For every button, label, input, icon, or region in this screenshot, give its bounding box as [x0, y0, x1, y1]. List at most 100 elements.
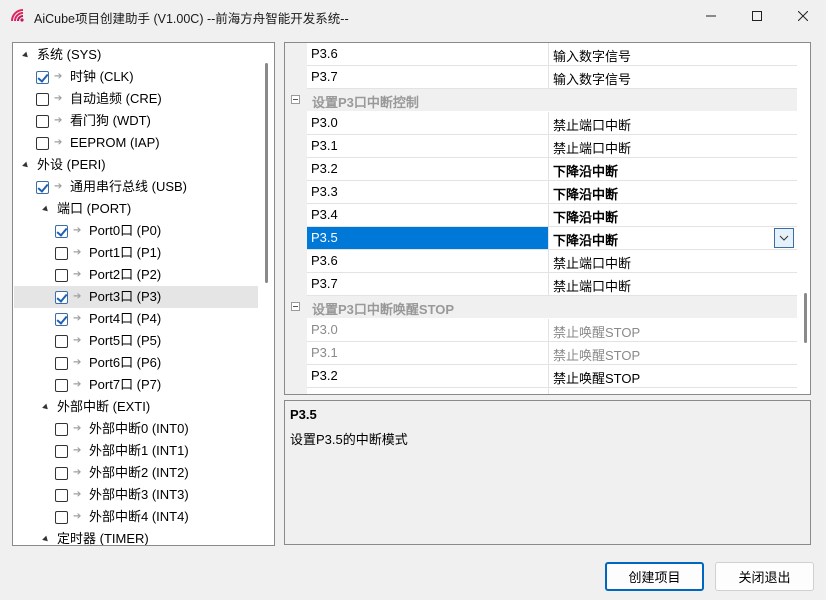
- property-value[interactable]: 禁止唤醒STOP: [553, 345, 640, 364]
- tree-checkbox[interactable]: [55, 511, 68, 524]
- tree-item[interactable]: 外设 (PERI): [13, 154, 258, 176]
- expand-chevron-icon[interactable]: [41, 396, 51, 418]
- property-value[interactable]: 禁止唤醒STOP: [553, 391, 640, 394]
- property-value[interactable]: 下降沿中断: [553, 207, 618, 226]
- property-name: P3.7: [311, 276, 338, 291]
- collapse-icon[interactable]: [291, 302, 300, 311]
- grid-property-row[interactable]: P3.5 下降沿中断: [307, 227, 797, 250]
- tree-item[interactable]: ➔ Port3口 (P3): [13, 286, 258, 308]
- expand-chevron-icon[interactable]: [41, 198, 51, 220]
- grid-property-row[interactable]: P3.0 禁止端口中断: [307, 112, 797, 135]
- tree-checkbox[interactable]: [55, 269, 68, 282]
- tree-item[interactable]: 定时器 (TIMER): [13, 528, 258, 545]
- grid-property-row[interactable]: P3.6 输入数字信号: [307, 43, 797, 66]
- tree-checkbox[interactable]: [55, 225, 68, 238]
- property-value[interactable]: 禁止唤醒STOP: [553, 322, 640, 341]
- tree-item[interactable]: ➔ 外部中断0 (INT0): [13, 418, 258, 440]
- property-value[interactable]: 禁止端口中断: [553, 276, 631, 295]
- grid-property-row[interactable]: P3.0 禁止唤醒STOP: [307, 319, 797, 342]
- tree-checkbox[interactable]: [55, 489, 68, 502]
- grid-property-row[interactable]: P3.1 禁止唤醒STOP: [307, 342, 797, 365]
- tree-item-label: Port0口 (P0): [89, 223, 162, 238]
- tree-item[interactable]: ➔ Port0口 (P0): [13, 220, 258, 242]
- grid-property-row[interactable]: P3.2 禁止唤醒STOP: [307, 365, 797, 388]
- property-value[interactable]: 下降沿中断: [553, 230, 618, 249]
- grid-property-row[interactable]: P3.3 禁止唤醒STOP: [307, 388, 797, 394]
- tree-item[interactable]: ➔ 外部中断3 (INT3): [13, 484, 258, 506]
- tree-item[interactable]: ➔ EEPROM (IAP): [13, 132, 258, 154]
- property-value[interactable]: 禁止端口中断: [553, 115, 631, 134]
- tree-item[interactable]: ➔ 通用串行总线 (USB): [13, 176, 258, 198]
- close-button[interactable]: [780, 0, 826, 32]
- property-value[interactable]: 禁止端口中断: [553, 253, 631, 272]
- tree-checkbox[interactable]: [55, 313, 68, 326]
- grid-property-row[interactable]: P3.1 禁止端口中断: [307, 135, 797, 158]
- grid-property-row[interactable]: P3.2 下降沿中断: [307, 158, 797, 181]
- tree-checkbox[interactable]: [36, 181, 49, 194]
- property-name: P3.1: [311, 138, 338, 153]
- value-dropdown-button[interactable]: [774, 228, 794, 248]
- arrow-right-icon: ➔: [73, 291, 82, 302]
- tree-item[interactable]: ➔ Port7口 (P7): [13, 374, 258, 396]
- tree-checkbox[interactable]: [36, 115, 49, 128]
- tree-item[interactable]: ➔ Port1口 (P1): [13, 242, 258, 264]
- property-value[interactable]: 禁止端口中断: [553, 138, 631, 157]
- tree-item[interactable]: 端口 (PORT): [13, 198, 258, 220]
- grid-scrollbar[interactable]: [804, 293, 807, 343]
- tree-checkbox[interactable]: [55, 247, 68, 260]
- expand-chevron-icon[interactable]: [41, 528, 51, 545]
- tree-item-label: 外部中断4 (INT4): [89, 509, 189, 524]
- tree-checkbox[interactable]: [55, 357, 68, 370]
- tree-item-label: 外部中断1 (INT1): [89, 443, 189, 458]
- grid-property-row[interactable]: P3.7 禁止端口中断: [307, 273, 797, 296]
- close-exit-button[interactable]: 关闭退出: [715, 562, 814, 591]
- tree-checkbox[interactable]: [55, 291, 68, 304]
- property-value[interactable]: 下降沿中断: [553, 184, 618, 203]
- tree-checkbox[interactable]: [55, 445, 68, 458]
- property-grid[interactable]: P3.6 输入数字信号 P3.7 输入数字信号 设置P3口中断控制 P3.0 禁止端口中断 P…: [284, 42, 811, 395]
- tree-scrollbar[interactable]: [265, 63, 268, 283]
- tree-checkbox[interactable]: [36, 93, 49, 106]
- property-value[interactable]: 输入数字信号: [553, 46, 631, 65]
- tree-checkbox[interactable]: [36, 71, 49, 84]
- expand-chevron-icon[interactable]: [21, 154, 31, 176]
- property-value[interactable]: 禁止唤醒STOP: [553, 368, 640, 387]
- peripheral-tree[interactable]: 系统 (SYS) ➔ 时钟 (CLK) ➔ 自动追频 (CRE) ➔ 看门狗 (WDT) ➔ E…: [12, 42, 275, 546]
- tree-checkbox[interactable]: [55, 423, 68, 436]
- tree-item[interactable]: ➔ 外部中断2 (INT2): [13, 462, 258, 484]
- tree-item[interactable]: ➔ Port2口 (P2): [13, 264, 258, 286]
- grid-category-row[interactable]: 设置P3口中断唤醒STOP: [285, 296, 797, 318]
- grid-property-row[interactable]: P3.4 下降沿中断: [307, 204, 797, 227]
- tree-item[interactable]: ➔ 外部中断4 (INT4): [13, 506, 258, 528]
- tree-item[interactable]: ➔ 外部中断1 (INT1): [13, 440, 258, 462]
- tree-checkbox[interactable]: [55, 379, 68, 392]
- tree-checkbox[interactable]: [36, 137, 49, 150]
- tree-item[interactable]: ➔ 时钟 (CLK): [13, 66, 258, 88]
- grid-category-row[interactable]: 设置P3口中断控制: [285, 89, 797, 111]
- tree-item-label: Port3口 (P3): [89, 289, 162, 304]
- tree-item[interactable]: 外部中断 (EXTI): [13, 396, 258, 418]
- collapse-icon[interactable]: [291, 95, 300, 104]
- property-value[interactable]: 下降沿中断: [553, 161, 618, 180]
- minimize-button[interactable]: [688, 0, 734, 32]
- selected-name-cell: [307, 227, 548, 249]
- close-icon: [798, 11, 808, 21]
- tree-item[interactable]: 系统 (SYS): [13, 44, 258, 66]
- grid-property-row[interactable]: P3.3 下降沿中断: [307, 181, 797, 204]
- property-name: P3.1: [311, 345, 338, 360]
- tree-item[interactable]: ➔ Port6口 (P6): [13, 352, 258, 374]
- tree-item[interactable]: ➔ Port4口 (P4): [13, 308, 258, 330]
- tree-item[interactable]: ➔ Port5口 (P5): [13, 330, 258, 352]
- expand-chevron-icon[interactable]: [21, 44, 31, 66]
- create-project-button[interactable]: 创建项目: [605, 562, 704, 591]
- arrow-right-icon: ➔: [54, 115, 63, 126]
- tree-checkbox[interactable]: [55, 467, 68, 480]
- tree-item[interactable]: ➔ 看门狗 (WDT): [13, 110, 258, 132]
- maximize-button[interactable]: [734, 0, 780, 32]
- grid-property-row[interactable]: P3.6 禁止端口中断: [307, 250, 797, 273]
- property-name: P3.4: [311, 207, 338, 222]
- tree-item[interactable]: ➔ 自动追频 (CRE): [13, 88, 258, 110]
- tree-checkbox[interactable]: [55, 335, 68, 348]
- property-value[interactable]: 输入数字信号: [553, 69, 631, 88]
- grid-property-row[interactable]: P3.7 输入数字信号: [307, 66, 797, 89]
